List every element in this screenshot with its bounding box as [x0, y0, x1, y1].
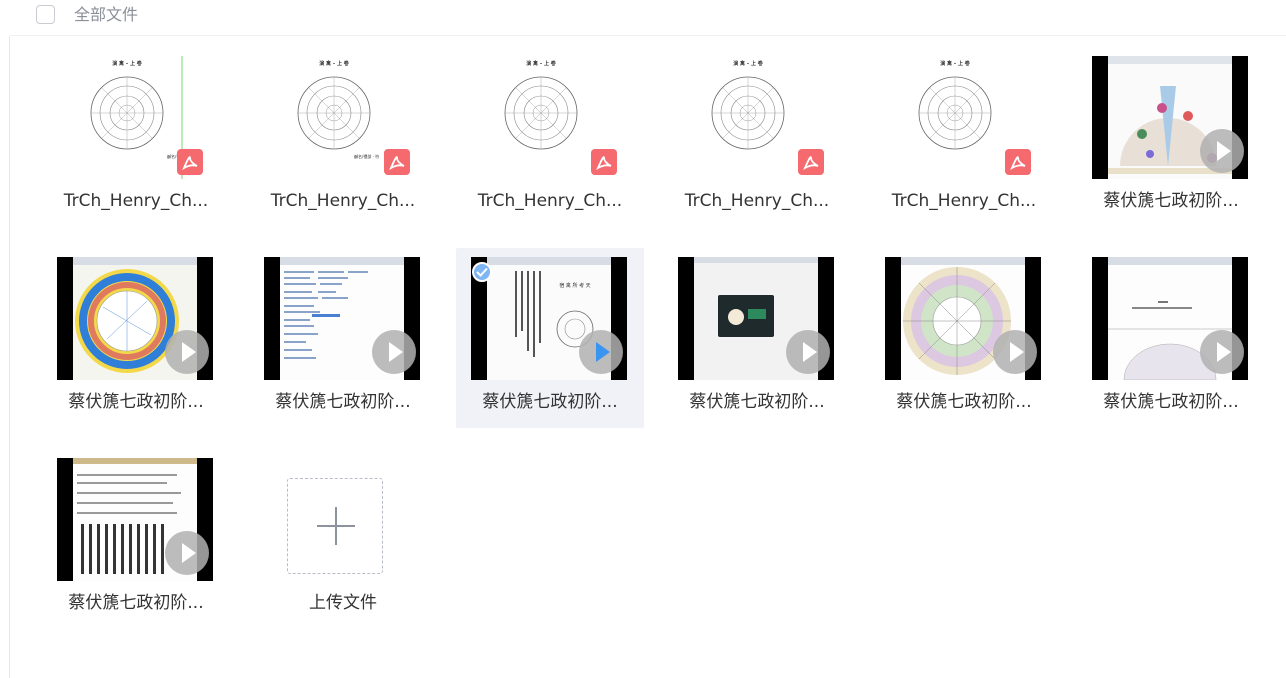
pdf-thumbnail: 演 禽 – 上 卷 鹹名/禮部 · 符 — [264, 56, 420, 179]
video-thumbnail — [678, 257, 834, 380]
file-browser: 全部文件 演 禽 – 上 卷 鹹名/禮部 · 符 — [0, 0, 1286, 678]
svg-text:宿 禽 所 考 天: 宿 禽 所 考 天 — [559, 282, 590, 289]
upload-button[interactable] — [287, 478, 383, 574]
upload-tile[interactable]: 上传文件 — [249, 449, 437, 629]
video-thumbnail — [57, 458, 213, 581]
pdf-thumbnail: 演 禽 – 上 卷 — [678, 56, 834, 179]
video-thumbnail — [1092, 56, 1248, 179]
file-tile[interactable]: 蔡伏篪七政初阶... — [42, 248, 230, 428]
file-name[interactable]: 蔡伏篪七政初阶... — [1077, 391, 1265, 413]
svg-text:演 禽 – 上 卷: 演 禽 – 上 卷 — [112, 60, 142, 67]
svg-text:鹹名/禮部 · 符: 鹹名/禮部 · 符 — [354, 153, 379, 159]
svg-text:演 禽 – 上 卷: 演 禽 – 上 卷 — [733, 60, 763, 67]
video-thumbnail — [57, 257, 213, 380]
svg-text:演 禽 – 上 卷: 演 禽 – 上 卷 — [319, 60, 349, 67]
video-thumbnail — [264, 257, 420, 380]
file-tile[interactable]: 演 禽 – 上 卷 鹹名/禮部 · 符 TrCh_Henry_Ch... — [42, 47, 230, 227]
file-grid: 演 禽 – 上 卷 鹹名/禮部 · 符 TrCh_Henry_Ch... — [0, 0, 1286, 678]
file-name[interactable]: 蔡伏篪七政初阶... — [249, 391, 437, 413]
plus-icon-vertical — [335, 507, 337, 545]
svg-text:演 禽 – 上 卷: 演 禽 – 上 卷 — [940, 60, 970, 67]
file-tile[interactable]: 蔡伏篪七政初阶... — [663, 248, 851, 428]
video-thumbnail: 宿 禽 所 考 天 — [471, 257, 627, 380]
file-name[interactable]: 蔡伏篪七政初阶... — [42, 391, 230, 413]
file-name[interactable]: TrCh_Henry_Ch... — [870, 190, 1058, 212]
upload-label[interactable]: 上传文件 — [249, 592, 437, 614]
pdf-thumbnail: 演 禽 – 上 卷 — [471, 56, 627, 179]
svg-text:演 禽 – 上 卷: 演 禽 – 上 卷 — [526, 60, 556, 67]
file-tile[interactable]: 蔡伏篪七政初阶... — [249, 248, 437, 428]
pdf-thumbnail: 演 禽 – 上 卷 — [885, 56, 1041, 179]
video-thumbnail — [1092, 257, 1248, 380]
file-tile-selected[interactable]: 宿 禽 所 考 天 蔡伏篪七政初阶... — [456, 248, 644, 428]
video-thumbnail — [885, 257, 1041, 380]
file-name[interactable]: 蔡伏篪七政初阶... — [456, 391, 644, 413]
file-name[interactable]: TrCh_Henry_Ch... — [663, 190, 851, 212]
file-tile[interactable]: 演 禽 – 上 卷 鹹名/禮部 · 符 TrCh_Henry_Ch... — [249, 47, 437, 227]
file-name[interactable]: 蔡伏篪七政初阶... — [663, 391, 851, 413]
file-name[interactable]: TrCh_Henry_Ch... — [42, 190, 230, 212]
checked-icon[interactable] — [472, 262, 492, 282]
file-tile[interactable]: 蔡伏篪七政初阶... — [870, 248, 1058, 428]
file-tile[interactable]: 蔡伏篪七政初阶... — [42, 449, 230, 629]
file-name[interactable]: 蔡伏篪七政初阶... — [42, 592, 230, 614]
file-name[interactable]: TrCh_Henry_Ch... — [249, 190, 437, 212]
file-tile[interactable]: 演 禽 – 上 卷 TrCh_Henry_Ch... — [870, 47, 1058, 227]
file-tile[interactable]: 蔡伏篪七政初阶... — [1077, 47, 1265, 227]
file-name[interactable]: 蔡伏篪七政初阶... — [1077, 190, 1265, 212]
pdf-badge — [177, 149, 203, 175]
file-tile[interactable]: 演 禽 – 上 卷 TrCh_Henry_Ch... — [456, 47, 644, 227]
file-name[interactable]: 蔡伏篪七政初阶... — [870, 391, 1058, 413]
file-tile[interactable]: 蔡伏篪七政初阶... — [1077, 248, 1265, 428]
pdf-thumbnail: 演 禽 – 上 卷 鹹名/禮部 · 符 — [57, 56, 213, 179]
file-name[interactable]: TrCh_Henry_Ch... — [456, 190, 644, 212]
file-tile[interactable]: 演 禽 – 上 卷 TrCh_Henry_Ch... — [663, 47, 851, 227]
